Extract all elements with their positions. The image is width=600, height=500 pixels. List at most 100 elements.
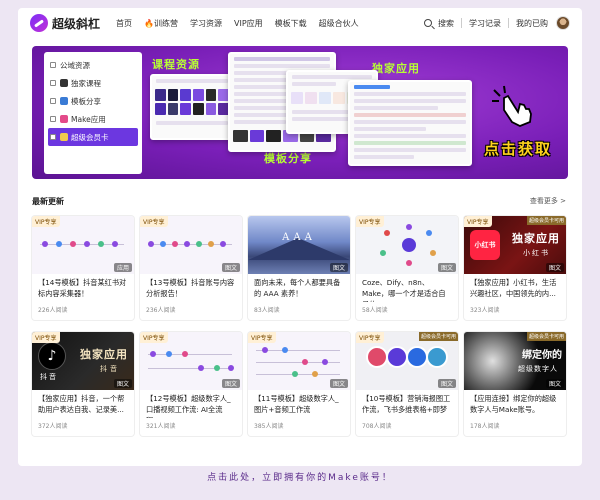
card-thumbnail: VIP专享 应用 (32, 216, 134, 274)
content-card[interactable]: AAA 图文 面向未来，每个人都要具备的 AAA 素养！ 83人阅读 (248, 216, 350, 320)
card-thumbnail: VIP专享 图文 (356, 216, 458, 274)
nav-camp[interactable]: 🔥训练营 (144, 18, 178, 29)
type-tag: 图文 (437, 263, 456, 272)
app-icon (386, 346, 408, 368)
banner-menu-label: Make应用 (71, 114, 106, 124)
thumb-subtitle: 超级数字人 (518, 365, 558, 373)
site-logo[interactable]: 超级斜杠 (30, 14, 100, 32)
pointing-hand-icon (492, 85, 532, 127)
preview-screenshot (150, 74, 234, 140)
content-card[interactable]: VIP专享 图文 Coze、Dify、n8n、Make，哪一个才是适合自己的AI… (356, 216, 458, 320)
app-icon (406, 346, 428, 368)
logo-text: 超级斜杠 (52, 16, 101, 31)
card-thumbnail: VIP专享 超级会员卡可用 小红书 独家应用 小红书 图文 (464, 216, 566, 274)
card-title: 面向未来，每个人都要具备的 AAA 素养！ (254, 278, 341, 298)
read-count: 236人阅读 (146, 307, 176, 314)
member-card-badge: 超级会员卡可用 (526, 216, 566, 225)
page: 超级斜杠 首页 🔥训练营 学习资源 VIP应用 模板下载 超级合伙人 搜索 学习… (18, 8, 582, 466)
section-title: 最新更新 (32, 197, 64, 206)
checkbox-icon (50, 134, 56, 140)
thumb-text: AAA (282, 232, 316, 243)
content-card[interactable]: VIP专享 图文 【13号模板】抖音账号内容分析报告！ 236人阅读 (140, 216, 242, 320)
see-more-link[interactable]: 查看更多 > (530, 196, 566, 206)
divider (508, 18, 509, 28)
thumb-title: 独家应用 (512, 232, 560, 245)
nav-home[interactable]: 首页 (116, 18, 132, 29)
promo-banner[interactable]: 公域资源 独家课程 模板分享 Make应用 超级会员卡 课程资源 独家应用 模板… (32, 46, 568, 179)
vip-badge: VIP专享 (356, 332, 384, 343)
top-header: 超级斜杠 首页 🔥训练营 学习资源 VIP应用 模板下载 超级合伙人 搜索 学习… (18, 8, 582, 38)
type-tag: 图文 (221, 379, 240, 388)
member-card-badge: 超级会员卡可用 (526, 332, 566, 341)
my-purchases-link[interactable]: 我的已购 (516, 18, 548, 29)
content-card[interactable]: VIP专享 ♪ 抖音 独家应用 抖音 图文 【独家应用】抖音，一个帮助用户表达自… (32, 332, 134, 436)
thumb-title: 绑定你的 (522, 350, 562, 361)
tiktok-label: 抖音 (40, 373, 58, 381)
header-right: 搜索 学习记录 我的已购 (424, 8, 570, 38)
type-tag: 图文 (329, 379, 348, 388)
xiaohongshu-logo: 小红书 (470, 230, 500, 260)
card-thumbnail: VIP专享 图文 (140, 332, 242, 390)
thumb-subtitle: 抖音 (100, 365, 120, 373)
nav-resources[interactable]: 学习资源 (190, 18, 222, 29)
card-title: 【13号模板】抖音账号内容分析报告！ (146, 278, 235, 298)
app-icon (426, 346, 448, 368)
vip-badge: VIP专享 (32, 332, 60, 343)
study-record-link[interactable]: 学习记录 (469, 18, 501, 29)
template-icon (60, 97, 68, 105)
read-count: 708人阅读 (362, 423, 392, 430)
read-count: 323人阅读 (470, 307, 500, 314)
thumb-subtitle: 小红书 (523, 249, 550, 257)
read-count: 226人阅读 (38, 307, 68, 314)
content-card[interactable]: VIP专享 应用 【14号模板】抖音某红书对标内容采集器！ 226人阅读 (32, 216, 134, 320)
content-card[interactable]: VIP专享 图文 【12号模板】超级数字人_口播视频工作流: AI全流程... … (140, 332, 242, 436)
type-tag: 图文 (221, 263, 240, 272)
card-title: 【10号模板】营销海报图工作流，飞书多维表格+即梦AI (362, 394, 451, 418)
type-tag: 图文 (437, 379, 456, 388)
nav-templates[interactable]: 模板下载 (275, 18, 307, 29)
main-nav: 首页 🔥训练营 学习资源 VIP应用 模板下载 超级合伙人 (116, 18, 371, 29)
type-tag: 应用 (113, 263, 132, 272)
content-card[interactable]: 超级会员卡可用 绑定你的 超级数字人 图文 【应用连接】绑定你的超级数字人与Ma… (464, 332, 566, 436)
banner-menu-item: 公域资源 (48, 56, 138, 74)
banner-menu-label: 独家课程 (71, 78, 101, 88)
card-title: 【独家应用】小红书，生活兴趣社区，中国领先的内... (470, 278, 557, 298)
nav-partner[interactable]: 超级合伙人 (319, 18, 359, 29)
card-icon (60, 133, 68, 141)
card-title: 【11号模板】超级数字人_图片+音频工作流 (254, 394, 339, 414)
label-templates: 模板分享 (264, 152, 312, 165)
member-card-badge: 超级会员卡可用 (418, 332, 458, 341)
banner-menu-item-active: 超级会员卡 (48, 128, 138, 146)
vip-badge: VIP专享 (140, 332, 168, 343)
get-now-cta[interactable]: 点击获取 (484, 138, 552, 159)
content-card[interactable]: VIP专享 图文 【11号模板】超级数字人_图片+音频工作流 385人阅读 (248, 332, 350, 436)
content-card[interactable]: VIP专享 超级会员卡可用 小红书 独家应用 小红书 图文 【独家应用】小红书，… (464, 216, 566, 320)
read-count: 83人阅读 (254, 307, 280, 314)
banner-menu-label: 模板分享 (71, 96, 101, 106)
card-thumbnail: VIP专享 ♪ 抖音 独家应用 抖音 图文 (32, 332, 134, 390)
card-thumbnail: VIP专享 图文 (248, 332, 350, 390)
nav-vip-apps[interactable]: VIP应用 (234, 18, 263, 29)
read-count: 178人阅读 (470, 423, 500, 430)
make-icon (60, 115, 68, 123)
checkbox-icon (50, 80, 56, 86)
read-count: 321人阅读 (146, 423, 176, 430)
type-tag: 图文 (545, 263, 564, 272)
bottom-cta-link[interactable]: 点击此处，立即拥有你的Make账号！ (0, 470, 600, 483)
nav-camp-label: 训练营 (153, 18, 178, 28)
card-title: 【应用连接】绑定你的超级数字人与Make账号。 (470, 394, 557, 414)
search-link[interactable]: 搜索 (438, 18, 454, 29)
banner-menu-label: 超级会员卡 (71, 132, 109, 142)
make-icon (402, 238, 416, 252)
banner-menu-item: 模板分享 (48, 92, 138, 110)
avatar[interactable] (556, 16, 570, 30)
content-card[interactable]: VIP专享 超级会员卡可用 图文 【10号模板】营销海报图工作流，飞书多维表格+… (356, 332, 458, 436)
vip-badge: VIP专享 (464, 216, 492, 227)
search-icon[interactable] (424, 19, 432, 27)
type-tag: 图文 (113, 379, 132, 388)
banner-menu-item: Make应用 (48, 110, 138, 128)
label-courses: 课程资源 (152, 58, 200, 71)
banner-menu-item: 独家课程 (48, 74, 138, 92)
thumb-title: 独家应用 (80, 348, 128, 361)
card-title: Coze、Dify、n8n、Make，哪一个才是适合自己的AI... (362, 278, 446, 302)
